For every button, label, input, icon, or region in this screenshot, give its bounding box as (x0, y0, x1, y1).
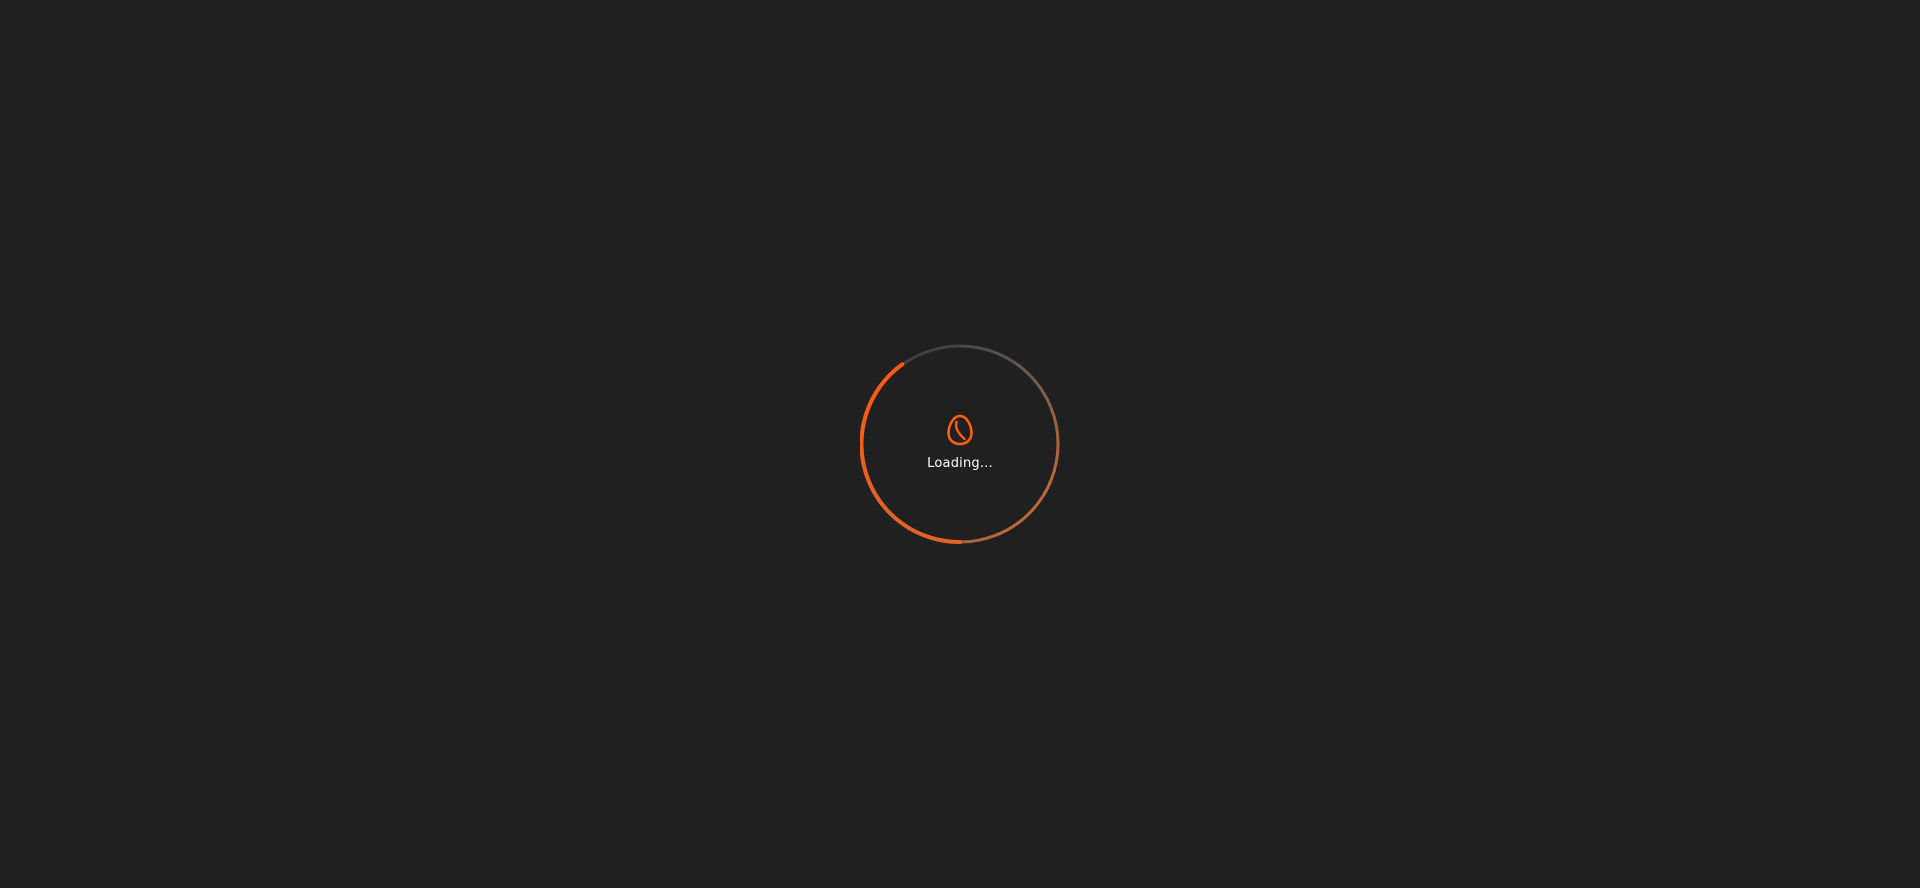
egg-icon (947, 414, 973, 446)
loading-spinner: Loading... (860, 344, 1060, 544)
loading-screen: Loading... (0, 0, 1920, 888)
loading-text: Loading... (927, 456, 993, 471)
loader-content: Loading... (860, 344, 1060, 544)
